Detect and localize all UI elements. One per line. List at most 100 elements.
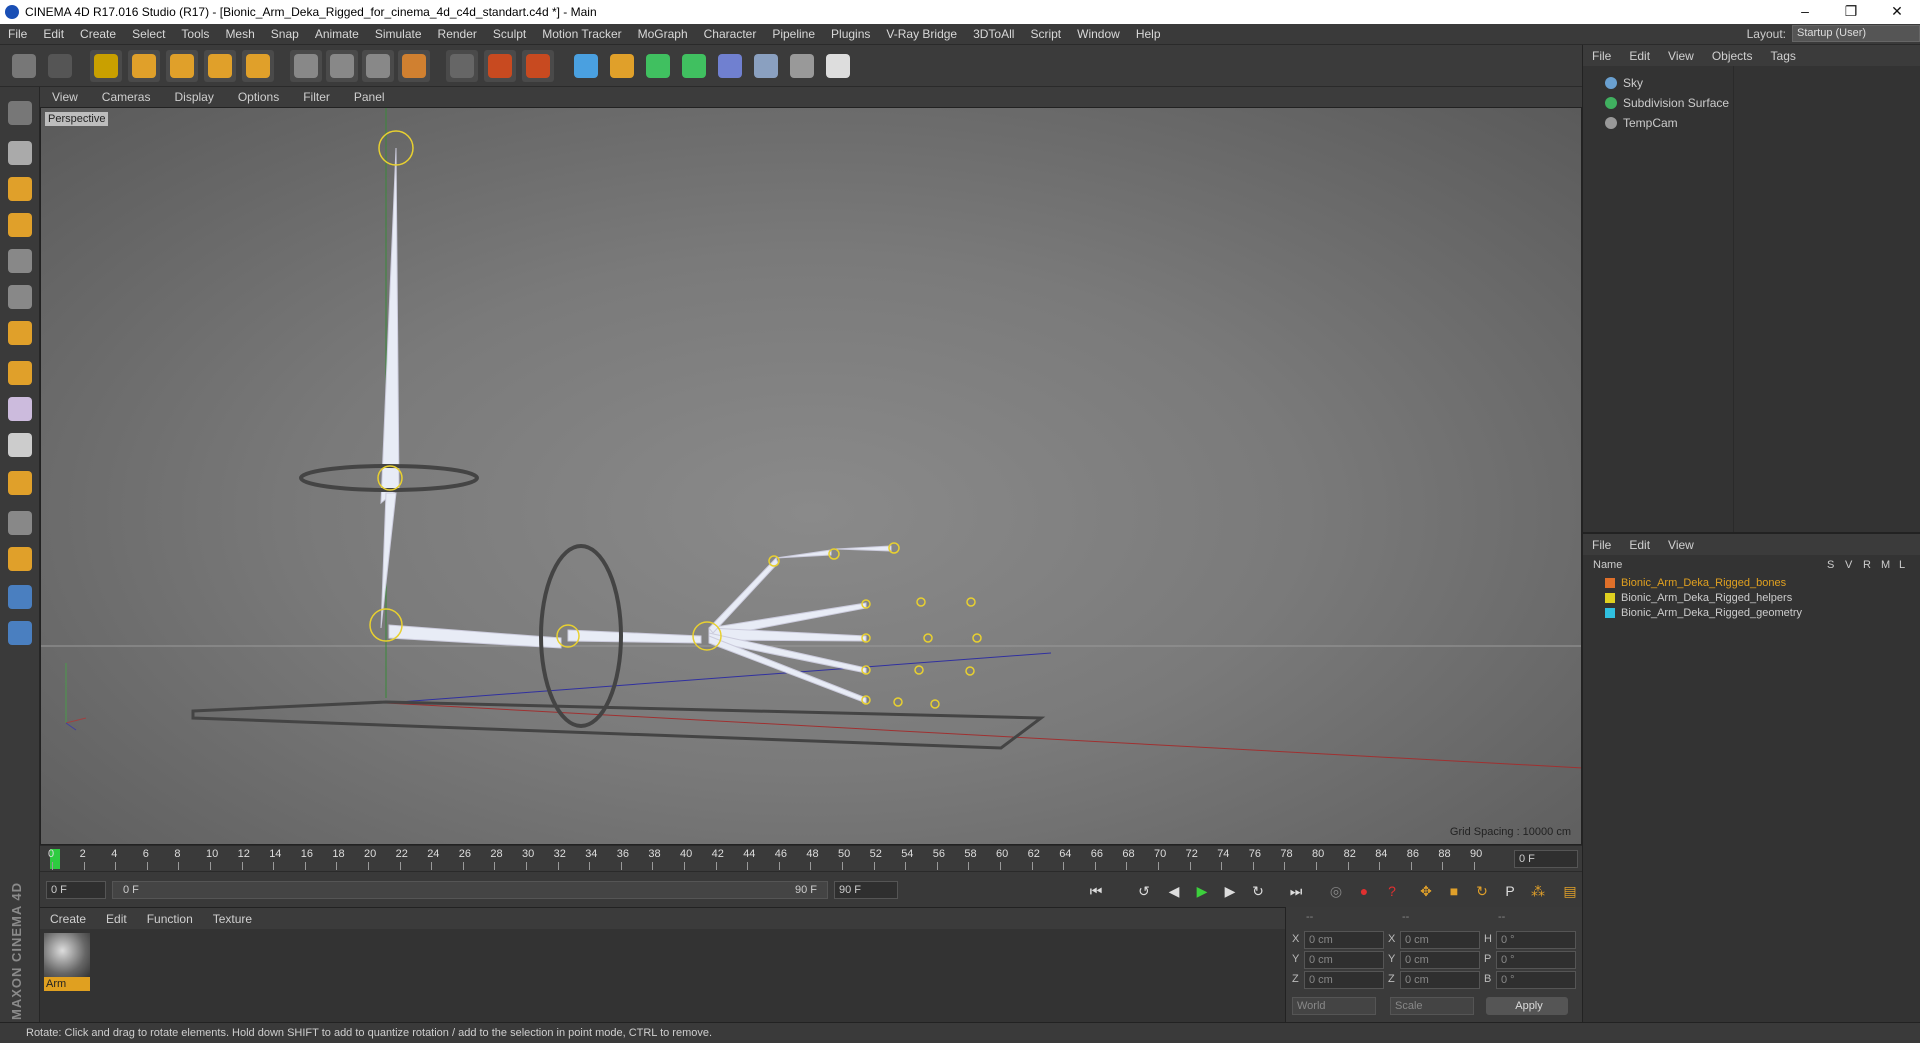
object-row[interactable]: Subdivision Surface — [1583, 94, 1920, 112]
key-rotation-icon[interactable]: ↻ — [1470, 880, 1494, 902]
size-mode-select[interactable]: Scale — [1390, 997, 1474, 1015]
minimize-button[interactable]: – — [1782, 0, 1828, 24]
key-scale-icon[interactable]: ■ — [1442, 880, 1466, 902]
tweak-button[interactable] — [4, 393, 36, 425]
apply-button[interactable]: Apply — [1486, 997, 1568, 1015]
python-button[interactable] — [4, 581, 36, 613]
menu-simulate[interactable]: Simulate — [367, 27, 430, 41]
coordinate-field[interactable]: 0 cm — [1400, 971, 1480, 989]
object-menu-objects[interactable]: Objects — [1703, 49, 1762, 63]
menu-character[interactable]: Character — [696, 27, 765, 41]
deformer-button[interactable] — [714, 50, 746, 82]
viewport-menu-cameras[interactable]: Cameras — [90, 90, 163, 104]
points-mode-button[interactable] — [4, 245, 36, 277]
object-row[interactable]: Sky — [1583, 74, 1920, 92]
menu-animate[interactable]: Animate — [307, 27, 367, 41]
menu-plugins[interactable]: Plugins — [823, 27, 878, 41]
start-frame-field[interactable]: 0 F — [46, 881, 106, 899]
undo-button[interactable] — [8, 50, 40, 82]
edit-render-settings-button[interactable] — [522, 50, 554, 82]
solo-button[interactable] — [4, 429, 36, 461]
coordinate-field[interactable]: 0 cm — [1304, 971, 1384, 989]
texture-mode-button[interactable] — [4, 173, 36, 205]
goto-prev-key-button[interactable]: ↺ — [1132, 880, 1156, 902]
subdivision-button[interactable] — [642, 50, 674, 82]
menu-tools[interactable]: Tools — [173, 27, 217, 41]
menu-sculpt[interactable]: Sculpt — [485, 27, 534, 41]
material-menu-function[interactable]: Function — [137, 912, 203, 926]
menu-pipeline[interactable]: Pipeline — [764, 27, 823, 41]
sculpt-lock-button[interactable] — [4, 507, 36, 539]
menu-3dtoall[interactable]: 3DToAll — [965, 27, 1022, 41]
viewport-menu-view[interactable]: View — [40, 90, 90, 104]
menu-mesh[interactable]: Mesh — [217, 27, 262, 41]
material-menu-create[interactable]: Create — [40, 912, 96, 926]
cube-button[interactable] — [570, 50, 602, 82]
coordinate-field[interactable]: 0 cm — [1304, 931, 1384, 949]
prev-frame-button[interactable]: ◀ — [1162, 880, 1186, 902]
layer-menu-file[interactable]: File — [1583, 538, 1620, 552]
menu-edit[interactable]: Edit — [35, 27, 72, 41]
rotate-button[interactable] — [204, 50, 236, 82]
coordinate-system-select[interactable]: World — [1292, 997, 1376, 1015]
menu-mograph[interactable]: MoGraph — [630, 27, 696, 41]
material-menu-edit[interactable]: Edit — [96, 912, 137, 926]
render-view-button[interactable] — [446, 50, 478, 82]
coordinate-field[interactable]: 0 cm — [1400, 951, 1480, 969]
x-axis-button[interactable] — [290, 50, 322, 82]
close-button[interactable]: ✕ — [1874, 0, 1920, 24]
layout-select[interactable]: Startup (User) — [1792, 25, 1920, 42]
layer-menu-view[interactable]: View — [1659, 538, 1703, 552]
paint-button[interactable] — [4, 543, 36, 575]
coordinate-system-button[interactable] — [398, 50, 430, 82]
end-frame-field[interactable]: 90 F — [834, 881, 898, 899]
material-menu-texture[interactable]: Texture — [203, 912, 262, 926]
viewport-menu-filter[interactable]: Filter — [291, 90, 342, 104]
render-picture-viewer-button[interactable] — [484, 50, 516, 82]
timeline-ruler[interactable]: 0 F 0 2 4 6 8 10 12 14 16 18 20 22 24 26 28 30 32 34 36 38 4… — [40, 845, 1582, 871]
edges-mode-button[interactable] — [4, 281, 36, 313]
light-button[interactable] — [822, 50, 854, 82]
next-frame-button[interactable]: ▶ — [1218, 880, 1242, 902]
array-button[interactable] — [678, 50, 710, 82]
viewport-menu-panel[interactable]: Panel — [342, 90, 397, 104]
material-swatch[interactable]: Arm — [44, 933, 90, 991]
snap-button[interactable] — [4, 467, 36, 499]
key-param-icon[interactable]: P — [1498, 880, 1522, 902]
current-frame-field[interactable]: 0 F — [1514, 850, 1578, 868]
menu-file[interactable]: File — [0, 27, 35, 41]
model-mode-button[interactable] — [4, 137, 36, 169]
menu-render[interactable]: Render — [430, 27, 485, 41]
layer-row[interactable]: Bionic_Arm_Deka_Rigged_geometry — [1583, 606, 1920, 620]
z-axis-button[interactable] — [362, 50, 394, 82]
coordinate-field[interactable]: 0 ° — [1496, 951, 1576, 969]
coordinate-field[interactable]: 0 cm — [1400, 931, 1480, 949]
viewport-menu-options[interactable]: Options — [226, 90, 291, 104]
pen-button[interactable] — [606, 50, 638, 82]
y-axis-button[interactable] — [326, 50, 358, 82]
coordinate-field[interactable]: 0 ° — [1496, 971, 1576, 989]
camera-button[interactable] — [786, 50, 818, 82]
menu-create[interactable]: Create — [72, 27, 124, 41]
object-row[interactable]: TempCam — [1583, 114, 1920, 132]
autokey-icon[interactable]: ? — [1380, 880, 1404, 902]
select-button[interactable] — [90, 50, 122, 82]
menu-v-ray-bridge[interactable]: V-Ray Bridge — [878, 27, 965, 41]
menu-select[interactable]: Select — [124, 27, 173, 41]
coordinate-field[interactable]: 0 ° — [1496, 931, 1576, 949]
coordinate-field[interactable]: 0 cm — [1304, 951, 1384, 969]
object-menu-file[interactable]: File — [1583, 49, 1620, 63]
play-button[interactable]: ▶ — [1190, 880, 1214, 902]
layer-menu-edit[interactable]: Edit — [1620, 538, 1659, 552]
recent-tool-button[interactable] — [242, 50, 274, 82]
goto-next-key-button[interactable]: ↻ — [1246, 880, 1270, 902]
scale-button[interactable] — [166, 50, 198, 82]
range-slider[interactable]: 0 F 90 F — [112, 881, 828, 899]
layer-row[interactable]: Bionic_Arm_Deka_Rigged_bones — [1583, 576, 1920, 590]
axis-button[interactable] — [4, 357, 36, 389]
menu-motion-tracker[interactable]: Motion Tracker — [534, 27, 629, 41]
record-icon[interactable]: ● — [1352, 880, 1376, 902]
workplane-button[interactable] — [4, 209, 36, 241]
redo-button[interactable] — [44, 50, 76, 82]
key-position-icon[interactable]: ✥ — [1414, 880, 1438, 902]
